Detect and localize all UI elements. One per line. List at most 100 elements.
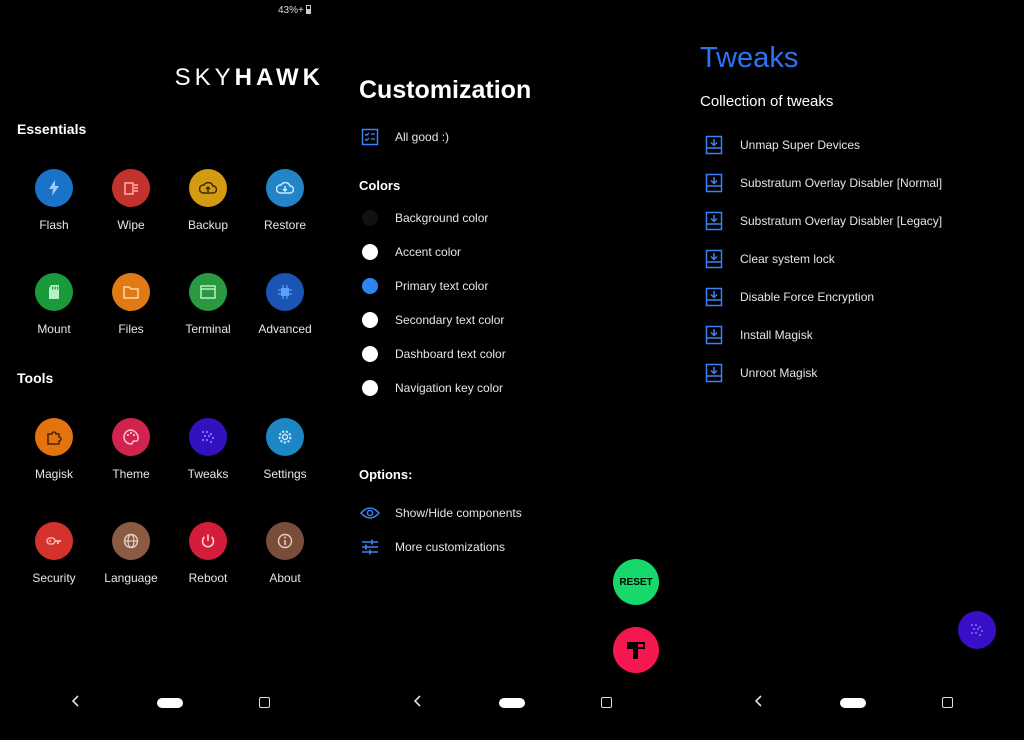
tile-theme[interactable]: Theme bbox=[93, 418, 169, 508]
color-swatch bbox=[359, 275, 381, 297]
color-option-row[interactable]: Primary text color bbox=[359, 274, 488, 298]
tweak-label: Install Magisk bbox=[740, 328, 813, 342]
tile-flash[interactable]: Flash bbox=[16, 169, 92, 259]
color-option-row[interactable]: Navigation key color bbox=[359, 376, 503, 400]
tile-label: Reboot bbox=[188, 571, 228, 585]
color-option-row[interactable]: Accent color bbox=[359, 240, 461, 264]
eye-icon bbox=[359, 502, 381, 524]
tile-label: Security bbox=[32, 571, 76, 585]
reset-button[interactable]: RESET bbox=[613, 559, 659, 605]
status-text: All good :) bbox=[395, 130, 450, 144]
color-option-row[interactable]: Background color bbox=[359, 206, 488, 230]
tile-label: Terminal bbox=[185, 322, 231, 336]
navigation-bar bbox=[683, 690, 1024, 740]
back-icon[interactable] bbox=[753, 695, 765, 707]
tile-settings[interactable]: Settings bbox=[247, 418, 323, 508]
navigation-bar bbox=[0, 690, 342, 740]
recents-button[interactable] bbox=[601, 697, 612, 708]
tile-restore[interactable]: Restore bbox=[247, 169, 323, 259]
chip-icon bbox=[266, 273, 304, 311]
tweaks-icon bbox=[971, 624, 983, 636]
install-icon bbox=[704, 172, 724, 194]
puzzle-icon bbox=[35, 418, 73, 456]
home-button[interactable] bbox=[157, 698, 183, 708]
tile-language[interactable]: Language bbox=[93, 522, 169, 612]
palette-icon bbox=[112, 418, 150, 456]
tile-label: Flash bbox=[39, 218, 69, 232]
tile-label: Settings bbox=[263, 467, 307, 481]
recents-button[interactable] bbox=[259, 697, 270, 708]
tile-mount[interactable]: Mount bbox=[16, 273, 92, 363]
install-icon bbox=[704, 134, 724, 156]
color-swatch bbox=[359, 343, 381, 365]
battery-icon bbox=[305, 5, 311, 14]
page-subtitle: Collection of tweaks bbox=[700, 93, 834, 110]
tweaks-fab-button[interactable] bbox=[958, 611, 996, 649]
logo-part2: HAWK bbox=[234, 64, 324, 91]
tile-advanced[interactable]: Advanced bbox=[247, 273, 323, 363]
option-label: More customizations bbox=[395, 540, 506, 554]
tile-label: Mount bbox=[37, 322, 71, 336]
tile-magisk[interactable]: Magisk bbox=[16, 418, 92, 508]
tile-tweaks[interactable]: Tweaks bbox=[170, 418, 246, 508]
back-icon[interactable] bbox=[412, 695, 424, 707]
tile-label: Advanced bbox=[258, 322, 312, 336]
color-swatch bbox=[359, 377, 381, 399]
folder-icon bbox=[112, 273, 150, 311]
tweak-item[interactable]: Disable Force Encryption bbox=[704, 285, 874, 309]
tile-files[interactable]: Files bbox=[93, 273, 169, 363]
tile-security[interactable]: Security bbox=[16, 522, 92, 612]
status-bar: 43%+ bbox=[278, 5, 311, 16]
customization-screen: Customization All good :) Colors Backgro… bbox=[342, 0, 683, 740]
tile-label: About bbox=[269, 571, 301, 585]
essentials-title: Essentials bbox=[17, 121, 87, 137]
tweak-item[interactable]: Clear system lock bbox=[704, 247, 835, 271]
status-row: All good :) bbox=[359, 125, 449, 149]
color-option-label: Secondary text color bbox=[395, 313, 505, 327]
tweak-item[interactable]: Substratum Overlay Disabler [Normal] bbox=[704, 171, 942, 195]
color-option-label: Background color bbox=[395, 211, 489, 225]
color-swatch bbox=[359, 241, 381, 263]
home-button[interactable] bbox=[499, 698, 525, 708]
tile-terminal[interactable]: Terminal bbox=[170, 273, 246, 363]
tile-about[interactable]: About bbox=[247, 522, 323, 612]
power-icon bbox=[189, 522, 227, 560]
tweak-item[interactable]: Substratum Overlay Disabler [Legacy] bbox=[704, 209, 942, 233]
back-icon[interactable] bbox=[70, 695, 82, 707]
color-option-label: Accent color bbox=[395, 245, 462, 259]
tile-reboot[interactable]: Reboot bbox=[170, 522, 246, 612]
terminal-icon bbox=[189, 273, 227, 311]
app-logo: SKYHAWK bbox=[175, 64, 324, 92]
tweak-label: Unroot Magisk bbox=[740, 366, 818, 380]
tile-backup[interactable]: Backup bbox=[170, 169, 246, 259]
recents-button[interactable] bbox=[942, 697, 953, 708]
tweak-label: Unmap Super Devices bbox=[740, 138, 861, 152]
option-more-customizations[interactable]: More customizations bbox=[359, 535, 505, 559]
page-title: Customization bbox=[359, 76, 532, 104]
tweak-item[interactable]: Install Magisk bbox=[704, 323, 813, 347]
gear-icon bbox=[266, 418, 304, 456]
option-show-hide-components[interactable]: Show/Hide components bbox=[359, 501, 522, 525]
tile-label: Restore bbox=[263, 218, 307, 232]
color-option-row[interactable]: Dashboard text color bbox=[359, 342, 506, 366]
color-option-label: Dashboard text color bbox=[395, 347, 506, 361]
tile-label: Backup bbox=[187, 218, 229, 232]
tweak-label: Disable Force Encryption bbox=[740, 290, 875, 304]
install-icon bbox=[704, 362, 724, 384]
flash-icon bbox=[35, 169, 73, 207]
theme-fab-button[interactable] bbox=[613, 627, 659, 673]
tweak-label: Substratum Overlay Disabler [Legacy] bbox=[740, 214, 943, 228]
color-option-row[interactable]: Secondary text color bbox=[359, 308, 504, 332]
navigation-bar bbox=[342, 690, 683, 740]
colors-title: Colors bbox=[359, 178, 401, 193]
main-menu-screen: 43%+ SKYHAWK Essentials Flash Wipe Backup R… bbox=[0, 0, 342, 740]
t-logo-icon bbox=[627, 642, 645, 659]
tweak-item[interactable]: Unroot Magisk bbox=[704, 361, 817, 385]
home-button[interactable] bbox=[840, 698, 866, 708]
logo-part1: SKY bbox=[174, 64, 235, 91]
install-icon bbox=[704, 248, 724, 270]
sliders-icon bbox=[359, 536, 381, 558]
tweak-item[interactable]: Unmap Super Devices bbox=[704, 133, 860, 157]
sd-card-icon bbox=[35, 273, 73, 311]
tile-wipe[interactable]: Wipe bbox=[93, 169, 169, 259]
